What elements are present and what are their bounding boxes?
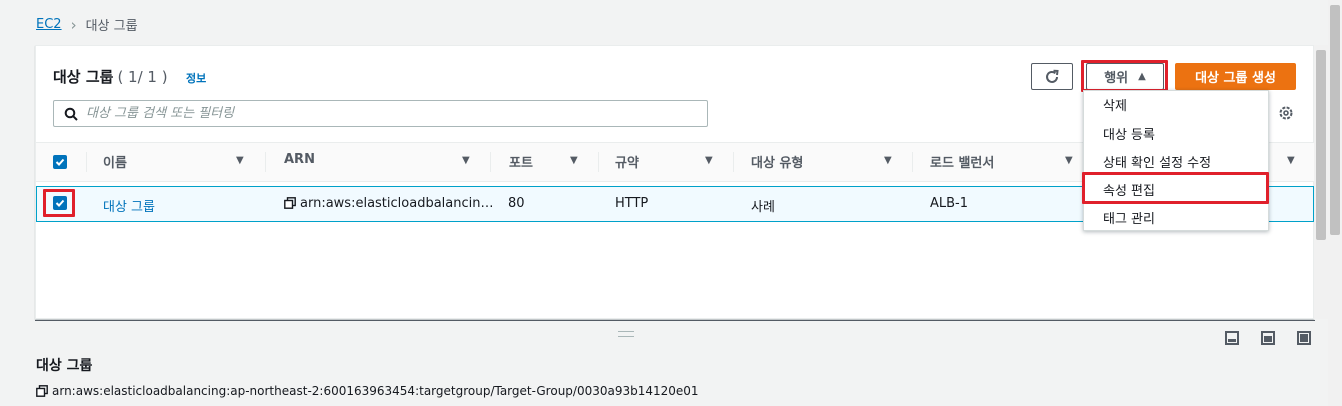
edit-attributes-highlight-box <box>1082 172 1269 204</box>
column-separator <box>490 152 491 172</box>
copy-icon[interactable] <box>36 385 48 397</box>
column-separator <box>86 152 87 172</box>
sort-caret-icon[interactable]: ▼ <box>462 155 470 166</box>
menu-item-delete[interactable]: 삭제 <box>1103 95 1127 114</box>
sort-caret-icon[interactable]: ▼ <box>570 155 578 166</box>
sort-caret-icon[interactable]: ▼ <box>1065 155 1073 166</box>
pane-full-icon[interactable] <box>1297 331 1311 349</box>
actions-highlight-box <box>1081 60 1168 92</box>
row-port: 80 <box>508 196 525 211</box>
search-field[interactable] <box>53 100 708 127</box>
column-separator <box>912 152 913 172</box>
breadcrumb: EC2 › 대상 그룹 <box>36 15 138 35</box>
row-checkbox-highlight-box <box>43 189 75 217</box>
row-target-type: 사례 <box>751 200 775 215</box>
refresh-button[interactable] <box>1031 63 1073 90</box>
row-load-balancer: ALB-1 <box>930 196 969 211</box>
column-header-arn[interactable]: ARN <box>284 152 315 167</box>
panel-title: 대상 그룹( 1/ 1 ) <box>53 66 168 87</box>
menu-item-register-targets[interactable]: 대상 등록 <box>1103 124 1155 143</box>
detail-arn-text: arn:aws:elasticloadbalancing:ap-northeas… <box>52 384 699 398</box>
menu-item-manage-tags[interactable]: 태그 관리 <box>1103 208 1155 227</box>
breadcrumb-ec2-link[interactable]: EC2 <box>36 17 62 32</box>
breadcrumb-current: 대상 그룹 <box>85 19 138 34</box>
detail-arn: arn:aws:elasticloadbalancing:ap-northeas… <box>36 384 699 398</box>
panel-title-text: 대상 그룹 <box>53 68 114 86</box>
sort-caret-icon[interactable]: ▼ <box>236 155 244 166</box>
column-separator <box>265 152 266 172</box>
row-name-link[interactable]: 대상 그룹 <box>103 196 155 215</box>
pane-half-icon[interactable] <box>1261 331 1275 349</box>
gear-icon[interactable] <box>1278 105 1294 125</box>
sort-caret-icon[interactable]: ▼ <box>705 155 713 166</box>
sort-caret-icon[interactable]: ▼ <box>884 155 892 166</box>
panel-count: ( 1/ 1 ) <box>117 68 168 86</box>
column-header-name[interactable]: 이름 <box>103 152 127 171</box>
column-header-port[interactable]: 포트 <box>509 152 533 171</box>
page-scrollbar-thumb[interactable] <box>1330 5 1340 235</box>
search-icon <box>64 107 78 121</box>
checkmark-icon <box>55 158 65 166</box>
column-header-load-balancer[interactable]: 로드 밸런서 <box>930 152 994 171</box>
column-separator <box>598 152 599 172</box>
column-separator <box>733 152 734 172</box>
column-header-target-type[interactable]: 대상 유형 <box>751 152 803 171</box>
panel-scrollbar-thumb[interactable] <box>1316 50 1326 240</box>
row-arn: arn:aws:elasticloadbalancin… <box>284 196 493 211</box>
select-all-checkbox[interactable] <box>53 155 67 169</box>
detail-title: 대상 그룹 <box>36 358 93 374</box>
search-input[interactable] <box>86 106 686 121</box>
drag-handle-icon[interactable] <box>618 331 634 337</box>
sort-caret-icon[interactable]: ▼ <box>1287 155 1295 166</box>
refresh-icon <box>1046 69 1059 83</box>
split-pane-divider <box>35 320 1315 321</box>
pane-bottom-icon[interactable] <box>1225 331 1239 349</box>
row-arn-text: arn:aws:elasticloadbalancin… <box>300 196 494 211</box>
create-target-group-button[interactable]: 대상 그룹 생성 <box>1175 63 1296 90</box>
info-link[interactable]: 정보 <box>186 70 206 86</box>
copy-icon[interactable] <box>284 197 296 209</box>
menu-item-edit-health-check[interactable]: 상태 확인 설정 수정 <box>1103 152 1211 171</box>
chevron-right-icon: › <box>70 15 77 34</box>
row-protocol: HTTP <box>615 196 649 211</box>
column-header-protocol[interactable]: 규약 <box>615 152 639 171</box>
